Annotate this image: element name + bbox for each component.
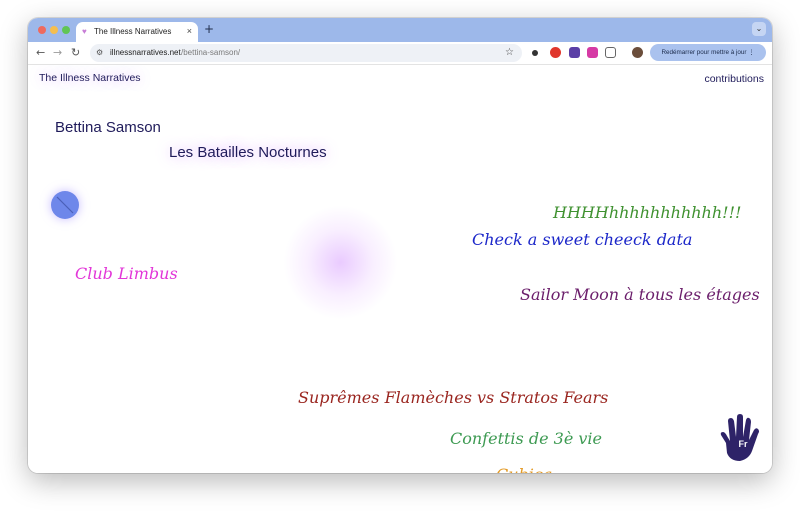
tab-search-button[interactable]: ⌄: [752, 22, 766, 36]
site-title-link[interactable]: The Illness Narratives: [39, 72, 141, 84]
profile-avatar[interactable]: [632, 47, 643, 58]
tab-illness-narratives[interactable]: ♥ The Illness Narratives ×: [76, 22, 198, 42]
disabled-icon[interactable]: [51, 191, 79, 219]
browser-window: ♥ The Illness Narratives × + ⌄ ← → ↻ ⚙ i…: [28, 18, 772, 473]
puzzle-extension-icon[interactable]: [605, 47, 616, 58]
bookmark-star-icon[interactable]: ☆: [505, 47, 514, 58]
scribble-link[interactable]: Club Limbus: [75, 264, 178, 283]
relaunch-update-button[interactable]: Redémarrer pour mettre à jour ⋮: [650, 44, 766, 61]
tab-close-icon[interactable]: ×: [187, 26, 192, 36]
heart-icon: ♥: [82, 27, 87, 36]
browser-toolbar: ← → ↻ ⚙ illnessnarratives.net /bettina-s…: [28, 42, 772, 65]
page-content: The Illness Narratives contributions Bet…: [28, 65, 772, 473]
zoom-window-button[interactable]: [62, 26, 70, 34]
scribble-link[interactable]: Confettis de 3è vie: [450, 429, 602, 448]
dots-extension-icon[interactable]: [532, 50, 538, 56]
language-badge: Fr: [739, 439, 748, 449]
reload-icon[interactable]: ↻: [71, 46, 80, 59]
new-tab-button[interactable]: +: [204, 23, 214, 35]
opera-icon[interactable]: [550, 47, 561, 58]
back-icon[interactable]: ←: [36, 46, 45, 59]
minimize-window-button[interactable]: [50, 26, 58, 34]
author-name: Bettina Samson: [55, 119, 161, 136]
purple-extension-icon[interactable]: [569, 47, 580, 58]
close-window-button[interactable]: [38, 26, 46, 34]
purple-glow-decoration: [283, 205, 398, 320]
work-title: Les Batailles Nocturnes: [169, 144, 327, 161]
instagram-extension-icon[interactable]: [587, 47, 598, 58]
site-info-icon[interactable]: ⚙: [96, 48, 103, 58]
language-hand-icon[interactable]: Fr: [718, 413, 762, 463]
tab-strip: ♥ The Illness Narratives × + ⌄: [28, 18, 772, 42]
url-host: illnessnarratives.net: [110, 48, 181, 57]
tab-title: The Illness Narratives: [94, 27, 172, 36]
scribble-link[interactable]: Sailor Moon à tous les étages: [520, 285, 760, 304]
url-path: /bettina-samson/: [181, 48, 241, 57]
scribble-link[interactable]: Check a sweet cheeck data: [472, 230, 692, 249]
contributions-link[interactable]: contributions: [704, 73, 764, 85]
scribble-link[interactable]: HHHHhhhhhhhhhhh!!!: [553, 203, 741, 222]
forward-icon[interactable]: →: [53, 46, 62, 59]
scribble-link[interactable]: Cubica ... ... ...: [496, 465, 613, 473]
address-bar[interactable]: ⚙ illnessnarratives.net /bettina-samson/…: [90, 44, 522, 62]
scribble-link[interactable]: Suprêmes Flamèches vs Stratos Fears: [298, 388, 608, 407]
